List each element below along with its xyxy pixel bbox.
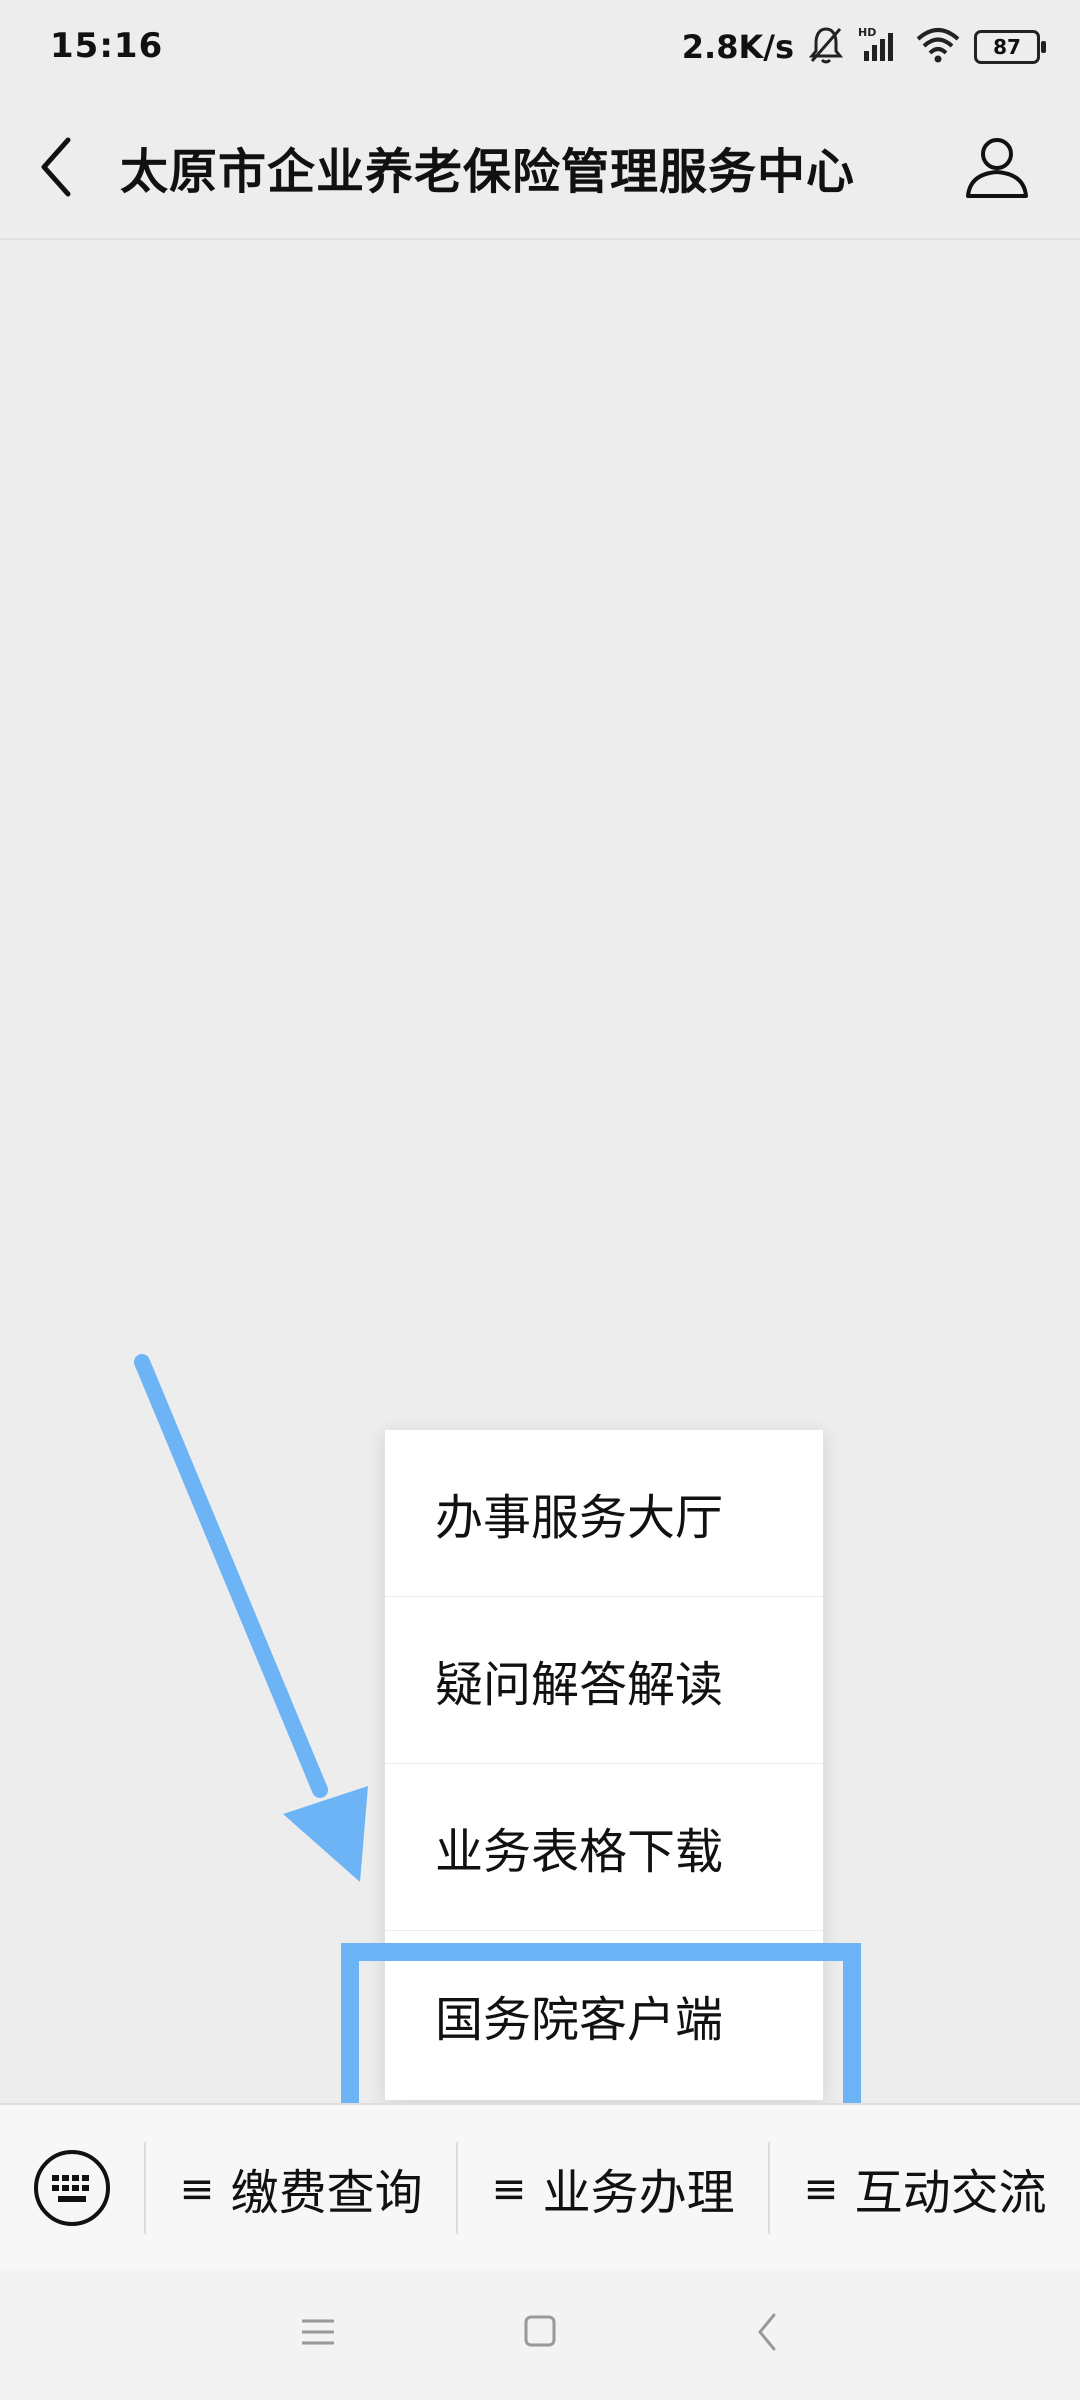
menu-item-faq[interactable]: 疑问解答解读: [385, 1597, 823, 1764]
network-speed: 2.8K/s: [681, 28, 794, 66]
svg-text:HD: HD: [858, 26, 876, 39]
menu-marker: ≡: [179, 2163, 215, 2213]
mute-bell-icon: [808, 25, 844, 69]
menu-tab-interaction[interactable]: ≡ 互动交流: [770, 2105, 1080, 2271]
home-square-icon[interactable]: [520, 2307, 560, 2361]
battery-icon: 87: [974, 30, 1046, 64]
menu-lines-icon[interactable]: [298, 2307, 338, 2361]
back-chevron-icon[interactable]: [30, 132, 90, 202]
wifi-icon: [916, 27, 960, 67]
menu-marker: ≡: [803, 2163, 839, 2213]
menu-tab-business[interactable]: ≡ 业务办理: [458, 2105, 768, 2271]
menu-item-form-download[interactable]: 业务表格下载: [385, 1764, 823, 1931]
bottom-menu-bar: ≡ 缴费查询 ≡ 业务办理 ≡ 互动交流: [0, 2103, 1080, 2271]
menu-tab-payment-query[interactable]: ≡ 缴费查询: [146, 2105, 456, 2271]
page-title: 太原市企业养老保险管理服务中心: [120, 144, 856, 200]
menu-item-service-hall[interactable]: 办事服务大厅: [385, 1430, 823, 1597]
keyboard-icon[interactable]: [0, 2105, 144, 2271]
menu-marker: ≡: [491, 2163, 527, 2213]
status-bar: 15:16 2.8K/s HD 87: [0, 0, 1080, 96]
status-icons: 2.8K/s HD 87: [681, 22, 1046, 72]
menu-tab-label: 互动交流: [854, 2165, 1047, 2221]
signal-hd-icon: HD: [858, 25, 902, 69]
menu-tab-label: 业务办理: [542, 2165, 735, 2221]
system-navigation-bar: [0, 2269, 1080, 2400]
menu-tab-label: 缴费查询: [230, 2165, 423, 2221]
status-time: 15:16: [50, 26, 164, 66]
top-navigation-bar: 太原市企业养老保险管理服务中心: [0, 96, 1080, 240]
profile-icon[interactable]: [962, 134, 1032, 200]
back-arrow-icon[interactable]: [748, 2307, 788, 2361]
annotation-arrow: [134, 1354, 368, 1882]
